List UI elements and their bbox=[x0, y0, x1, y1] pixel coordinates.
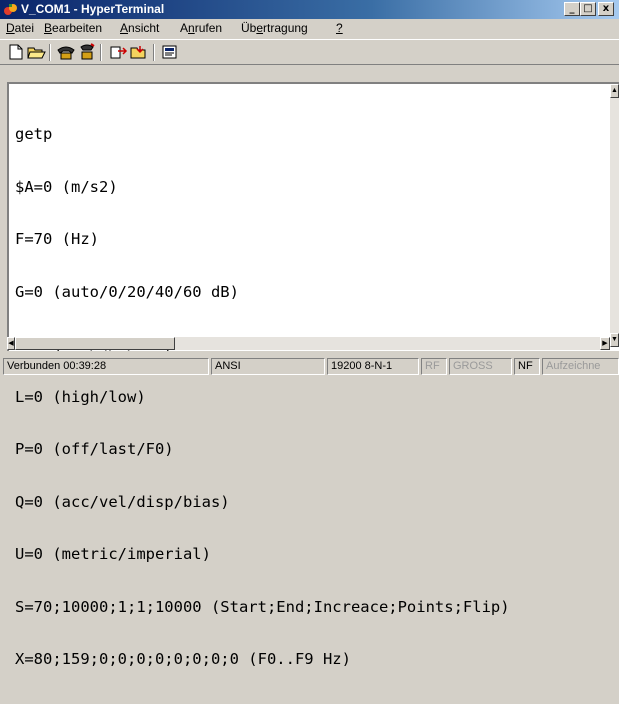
status-emulation: ANSI bbox=[211, 358, 325, 375]
menu-ansicht[interactable]: Ansicht bbox=[120, 21, 159, 36]
menu-bar: Datei Bearbeiten Ansicht Anrufen Übertra… bbox=[0, 19, 619, 38]
terminal-line: P=0 (off/last/F0) bbox=[15, 440, 174, 458]
call-phone-icon[interactable] bbox=[56, 43, 76, 61]
close-button[interactable]: x bbox=[598, 2, 614, 16]
terminal-line: G=0 (auto/0/20/40/60 dB) bbox=[15, 282, 239, 301]
menu-uebertragung[interactable]: Übertragung bbox=[241, 21, 308, 36]
disconnect-phone-icon[interactable] bbox=[77, 43, 97, 61]
terminal-line: S=70;10000;1;1;10000 (Start;End;Increace… bbox=[15, 597, 510, 616]
status-capture-indicator: Aufzeichne bbox=[542, 358, 619, 375]
terminal-display[interactable]: getp $A=0 (m/s2) F=70 (Hz) G=0 (auto/0/2… bbox=[7, 82, 619, 668]
status-caps-indicator: GROSS bbox=[449, 358, 512, 375]
toolbar bbox=[0, 39, 619, 65]
receive-file-icon[interactable] bbox=[129, 43, 149, 61]
scroll-down-button[interactable]: ▼ bbox=[610, 333, 619, 347]
toolbar-separator bbox=[100, 44, 102, 61]
terminal-line: Q=0 (acc/vel/disp/bias) bbox=[15, 492, 230, 511]
menu-bearbeiten[interactable]: Bearbeiten bbox=[44, 21, 102, 36]
status-num-indicator: NF bbox=[514, 358, 540, 375]
minimize-button[interactable]: _ bbox=[564, 2, 580, 16]
horizontal-scrollbar[interactable]: ◀ ▶ bbox=[7, 337, 610, 350]
scroll-right-button[interactable]: ▶ bbox=[600, 337, 610, 350]
send-file-icon[interactable] bbox=[108, 43, 128, 61]
hyperterminal-app-icon[interactable] bbox=[3, 2, 18, 17]
status-bar: Verbunden 00:39:28 ANSI 19200 8-N-1 RF G… bbox=[0, 355, 619, 377]
open-folder-icon[interactable] bbox=[26, 43, 46, 61]
menu-anrufen[interactable]: Anrufen bbox=[180, 21, 222, 36]
horizontal-scroll-thumb[interactable] bbox=[15, 337, 175, 350]
maximize-button[interactable]: □ bbox=[580, 2, 596, 16]
status-port-settings: 19200 8-N-1 bbox=[327, 358, 419, 375]
terminal-output: getp $A=0 (m/s2) F=70 (Hz) G=0 (auto/0/2… bbox=[15, 91, 510, 704]
new-document-icon[interactable] bbox=[6, 43, 26, 61]
terminal-line: X=80;159;0;0;0;0;0;0;0;0 (F0..F9 Hz) bbox=[15, 650, 351, 668]
status-connection-time: Verbunden 00:39:28 bbox=[3, 358, 209, 375]
status-rf-indicator: RF bbox=[421, 358, 447, 375]
terminal-line: getp bbox=[15, 125, 53, 143]
terminal-line: U=0 (metric/imperial) bbox=[15, 545, 211, 563]
toolbar-separator bbox=[49, 44, 51, 61]
menu-help[interactable]: ? bbox=[336, 21, 343, 36]
hyperterminal-window: V_COM1 - HyperTerminal _ □ x Datei Bearb… bbox=[0, 0, 619, 668]
vertical-scrollbar[interactable]: ▲ ▼ bbox=[610, 84, 619, 347]
scroll-left-button[interactable]: ◀ bbox=[7, 337, 15, 350]
toolbar-separator bbox=[153, 44, 155, 61]
terminal-line: F=70 (Hz) bbox=[15, 230, 99, 248]
window-title: V_COM1 - HyperTerminal bbox=[21, 2, 165, 16]
terminal-line: L=0 (high/low) bbox=[15, 387, 146, 406]
properties-icon[interactable] bbox=[160, 43, 180, 61]
title-bar[interactable]: V_COM1 - HyperTerminal _ □ x bbox=[0, 0, 619, 19]
terminal-line: $A=0 (m/s2) bbox=[15, 177, 118, 196]
scroll-up-button[interactable]: ▲ bbox=[610, 84, 619, 98]
menu-datei[interactable]: Datei bbox=[6, 21, 34, 36]
